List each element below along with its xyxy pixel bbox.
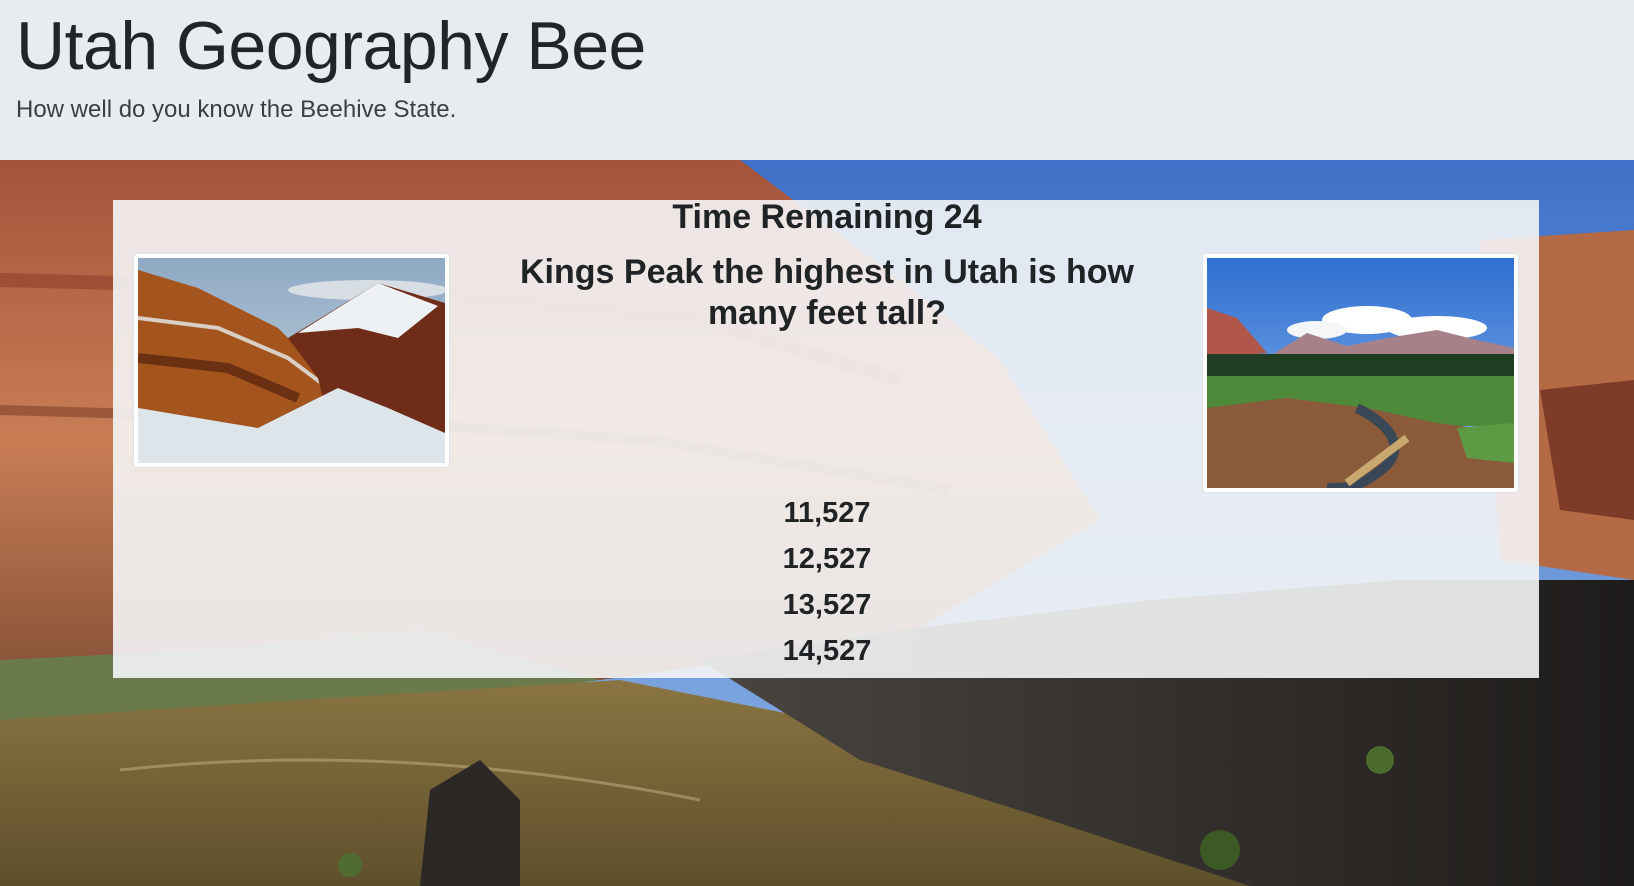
answer-options: 11,527 12,527 13,527 14,527 — [0, 490, 1634, 674]
question-text: Kings Peak the highest in Utah is how ma… — [520, 253, 1134, 332]
kings-peak-mountain-image — [133, 253, 450, 468]
answer-option[interactable]: 11,527 — [0, 490, 1634, 536]
answer-option[interactable]: 13,527 — [0, 582, 1634, 628]
site-lead: How well do you know the Beehive State. — [16, 96, 457, 123]
uinta-meadow-stream-image — [1202, 253, 1519, 493]
site-title: Utah Geography Bee — [16, 8, 646, 84]
header-jumbotron: Utah Geography Bee How well do you know … — [0, 0, 1634, 160]
time-remaining: Time Remaining 24 — [672, 198, 982, 236]
answer-option[interactable]: 12,527 — [0, 536, 1634, 582]
answer-option[interactable]: 14,527 — [0, 628, 1634, 674]
